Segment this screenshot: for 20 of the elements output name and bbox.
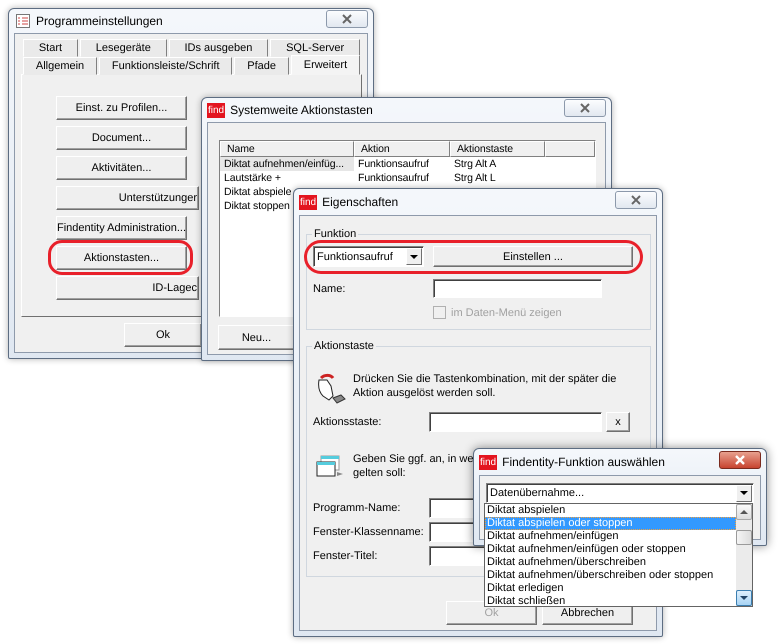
group-title: Aktionstaste xyxy=(313,340,375,352)
field-label: Name: xyxy=(313,282,346,294)
field-label: Fenster-Titel: xyxy=(313,550,378,562)
hint-text: gelten soll: xyxy=(353,466,407,480)
checkbox-label: im Daten-Menü zeigen xyxy=(451,306,562,318)
hint-text: Drücken Sie die Tastenkombination, mit der später die Aktion ausgelöst werden soll. xyxy=(353,372,618,400)
window-title: Eigenschaften xyxy=(322,195,400,209)
app-logo: find xyxy=(299,194,318,210)
dropdown-value: Datenübernahme... xyxy=(489,487,586,499)
app-logo: find xyxy=(479,454,498,470)
app-logo: find xyxy=(207,102,226,118)
field-label: Programm-Name: xyxy=(313,502,402,514)
hint-text: Geben Sie ggf. an, in we xyxy=(353,452,474,466)
dropdown-value: Funktionsaufruf xyxy=(316,250,394,262)
window-title: Programmeinstellungen xyxy=(36,14,164,28)
field-label: Fenster-Klassenname: xyxy=(313,526,425,538)
field-label: Aktionsstaste: xyxy=(313,416,382,428)
window-title: Findentity-Funktion auswählen xyxy=(502,455,666,469)
window-title: Systemweite Aktionstasten xyxy=(230,103,374,117)
group-title: Funktion xyxy=(313,228,358,240)
